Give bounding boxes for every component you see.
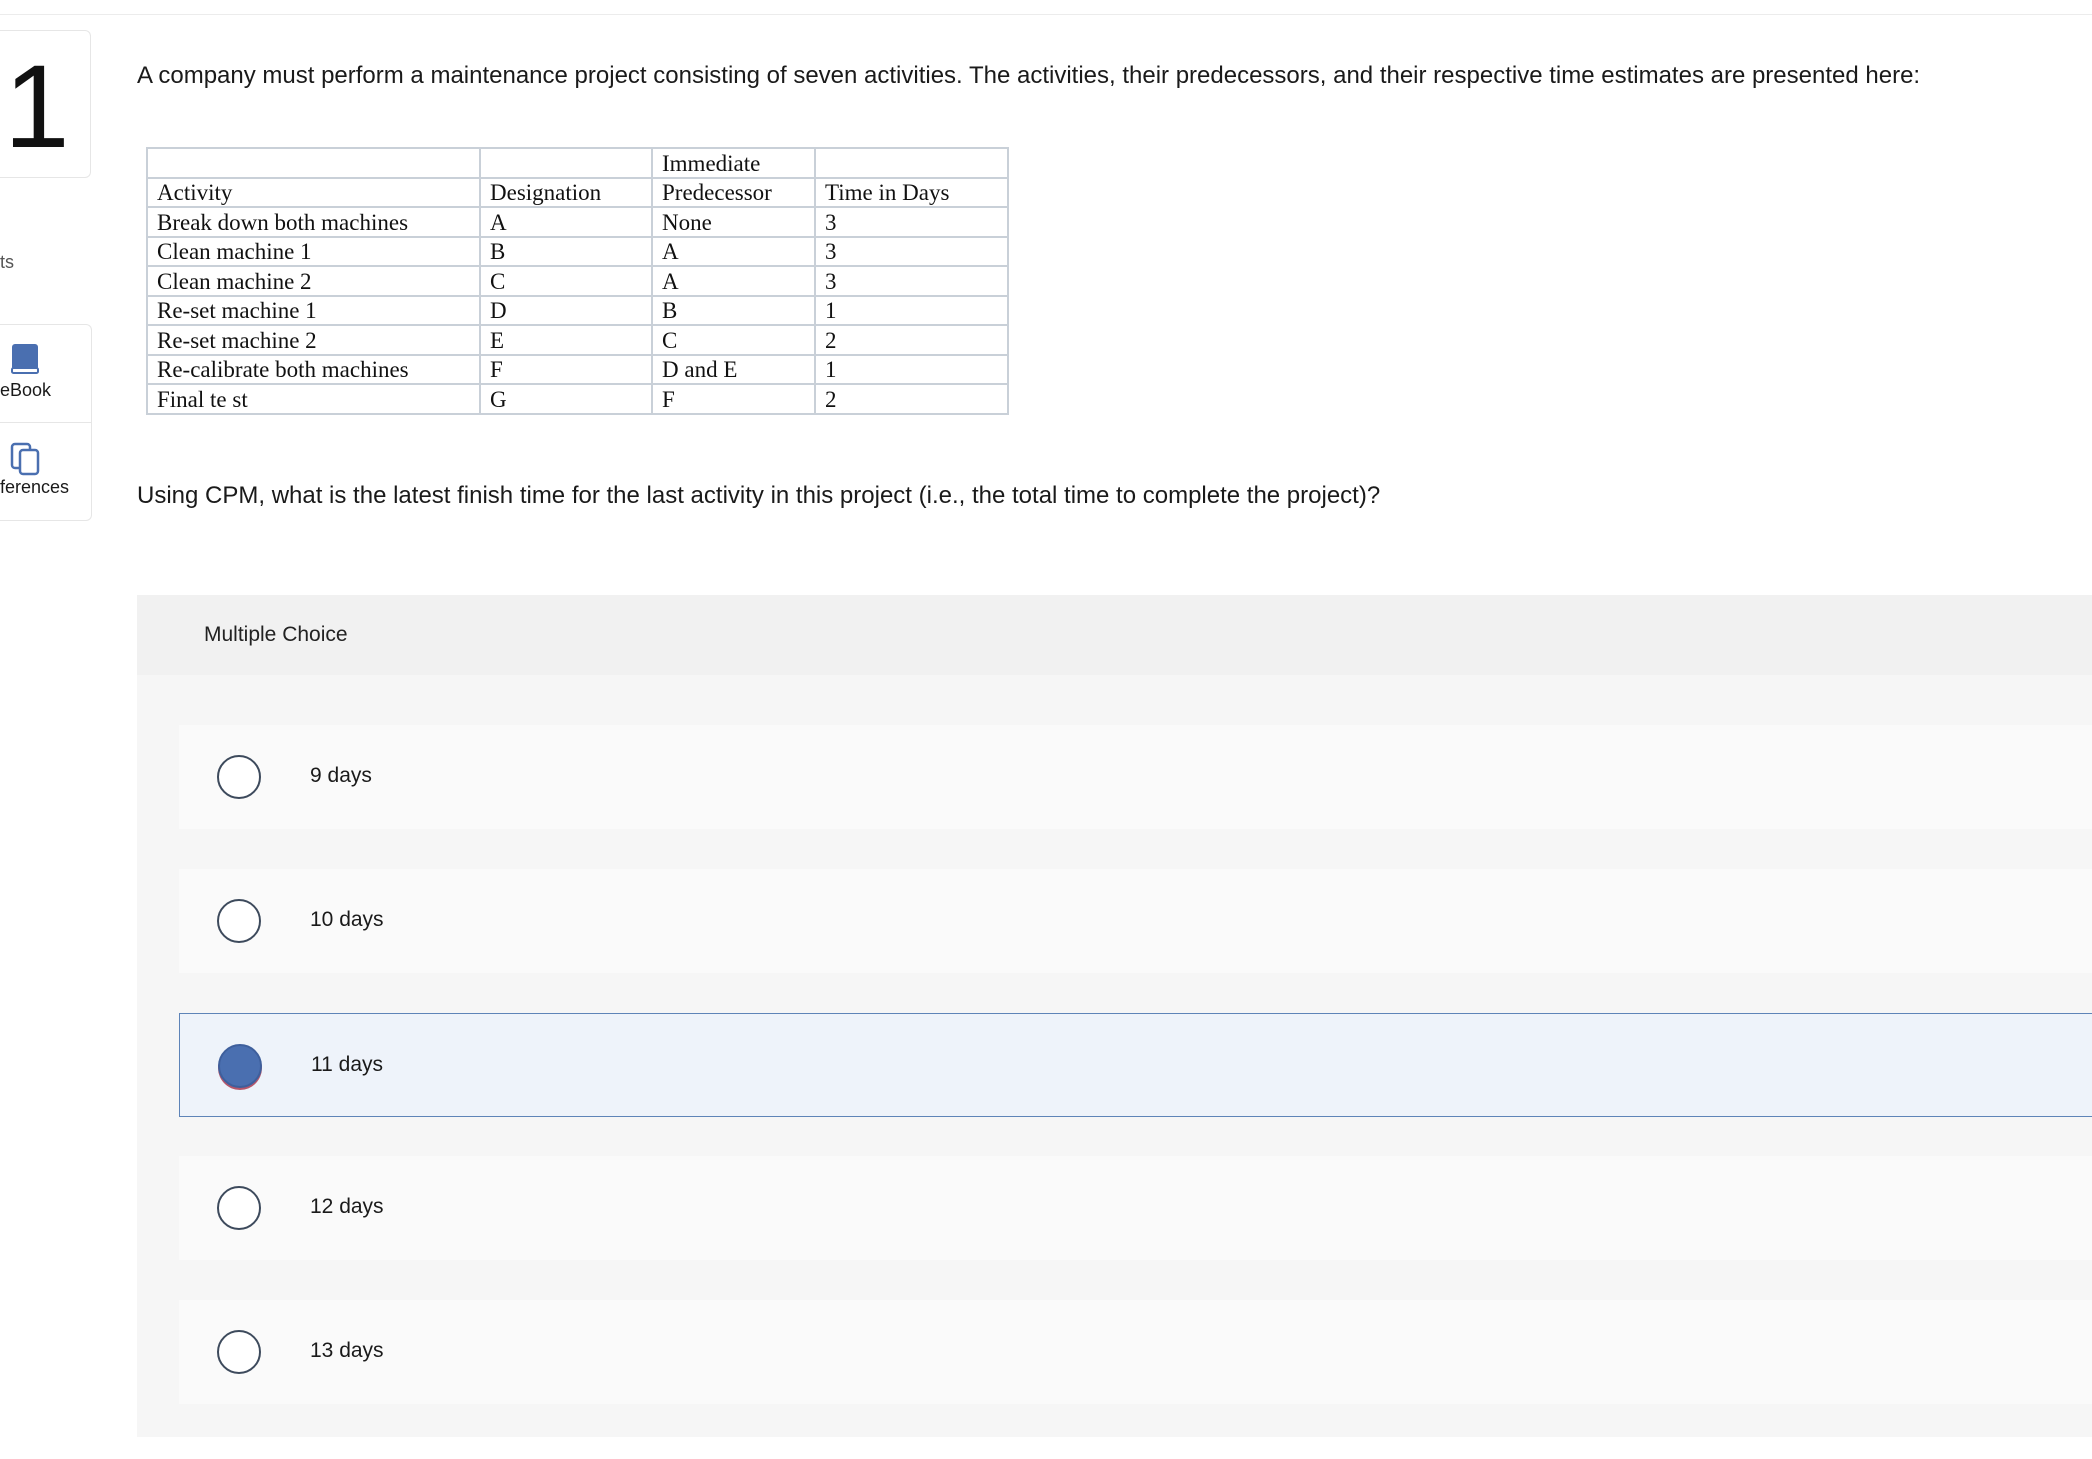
table-cell: D [479, 294, 653, 326]
table-cell: 3 [814, 265, 1009, 297]
table-cell: Immediate [651, 147, 816, 179]
question-text: Using CPM, what is the latest finish tim… [137, 482, 1381, 509]
book-icon[interactable] [10, 342, 42, 381]
activity-table: Immediate Activity Designation Predecess… [146, 147, 1009, 415]
points-label: ts [0, 252, 15, 272]
table-cell: 2 [814, 383, 1009, 415]
table-row: Final te st G F 2 [146, 383, 1009, 415]
table-cell: 2 [814, 324, 1009, 356]
table-cell: D and E [651, 353, 816, 385]
table-cell: C [651, 324, 816, 356]
table-cell: F [651, 383, 816, 415]
choice-option-10-days[interactable]: 10 days [179, 869, 2092, 973]
table-cell: 3 [814, 206, 1009, 238]
table-cell: 3 [814, 235, 1009, 267]
copy-pages-icon[interactable] [10, 442, 42, 481]
table-cell: A [479, 206, 653, 238]
table-cell: G [479, 383, 653, 415]
table-cell [146, 147, 481, 179]
table-cell: Re-set machine 1 [146, 294, 481, 326]
table-row: Break down both machines A None 3 [146, 206, 1009, 238]
table-header-row: Activity Designation Predecessor Time in… [146, 176, 1009, 208]
table-cell: Re-calibrate both machines [146, 353, 481, 385]
choice-label: 10 days [310, 908, 384, 931]
table-row: Clean machine 1 B A 3 [146, 235, 1009, 267]
radio-button[interactable] [217, 1186, 261, 1230]
choice-label: 11 days [311, 1053, 383, 1076]
table-header-cell: Predecessor [651, 176, 816, 208]
table-cell: None [651, 206, 816, 238]
table-row: Re-calibrate both machines F D and E 1 [146, 353, 1009, 385]
table-cell: Clean machine 2 [146, 265, 481, 297]
table-cell [479, 147, 653, 179]
tools-divider [0, 422, 91, 423]
multiple-choice-title: Multiple Choice [204, 623, 348, 646]
table-row: Re-set machine 2 E C 2 [146, 324, 1009, 356]
table-cell: 1 [814, 294, 1009, 326]
choice-option-13-days[interactable]: 13 days [179, 1300, 2092, 1404]
table-cell: B [479, 235, 653, 267]
table-cell [814, 147, 1009, 179]
table-cell: A [651, 235, 816, 267]
table-cell: Break down both machines [146, 206, 481, 238]
table-cell: F [479, 353, 653, 385]
radio-button[interactable] [217, 1330, 261, 1374]
table-cell: E [479, 324, 653, 356]
table-header-cell: Activity [146, 176, 481, 208]
table-header-top-row: Immediate [146, 147, 1009, 179]
table-cell: 1 [814, 353, 1009, 385]
table-cell: Clean machine 1 [146, 235, 481, 267]
choice-option-12-days[interactable]: 12 days [179, 1156, 2092, 1260]
ebook-button[interactable]: eBook [0, 380, 51, 401]
choice-option-9-days[interactable]: 9 days [179, 725, 2092, 829]
table-header-cell: Time in Days [814, 176, 1009, 208]
table-row: Re-set machine 1 D B 1 [146, 294, 1009, 326]
multiple-choice-header [137, 595, 2092, 675]
table-row: Clean machine 2 C A 3 [146, 265, 1009, 297]
table-cell: C [479, 265, 653, 297]
choice-label: 13 days [310, 1339, 384, 1362]
table-cell: Re-set machine 2 [146, 324, 481, 356]
table-cell: B [651, 294, 816, 326]
top-divider [0, 0, 2092, 15]
radio-button[interactable] [217, 899, 261, 943]
choice-label: 12 days [310, 1195, 384, 1218]
references-button[interactable]: ferences [0, 477, 69, 498]
table-header-cell: Designation [479, 176, 653, 208]
question-number: 1 [4, 41, 70, 173]
choice-label: 9 days [310, 764, 372, 787]
radio-button[interactable] [217, 755, 261, 799]
radio-button-selected[interactable] [218, 1044, 262, 1088]
question-prompt: A company must perform a maintenance pro… [137, 62, 1921, 89]
choice-option-11-days[interactable]: 11 days [179, 1013, 2092, 1117]
table-cell: Final te st [146, 383, 481, 415]
table-cell: A [651, 265, 816, 297]
